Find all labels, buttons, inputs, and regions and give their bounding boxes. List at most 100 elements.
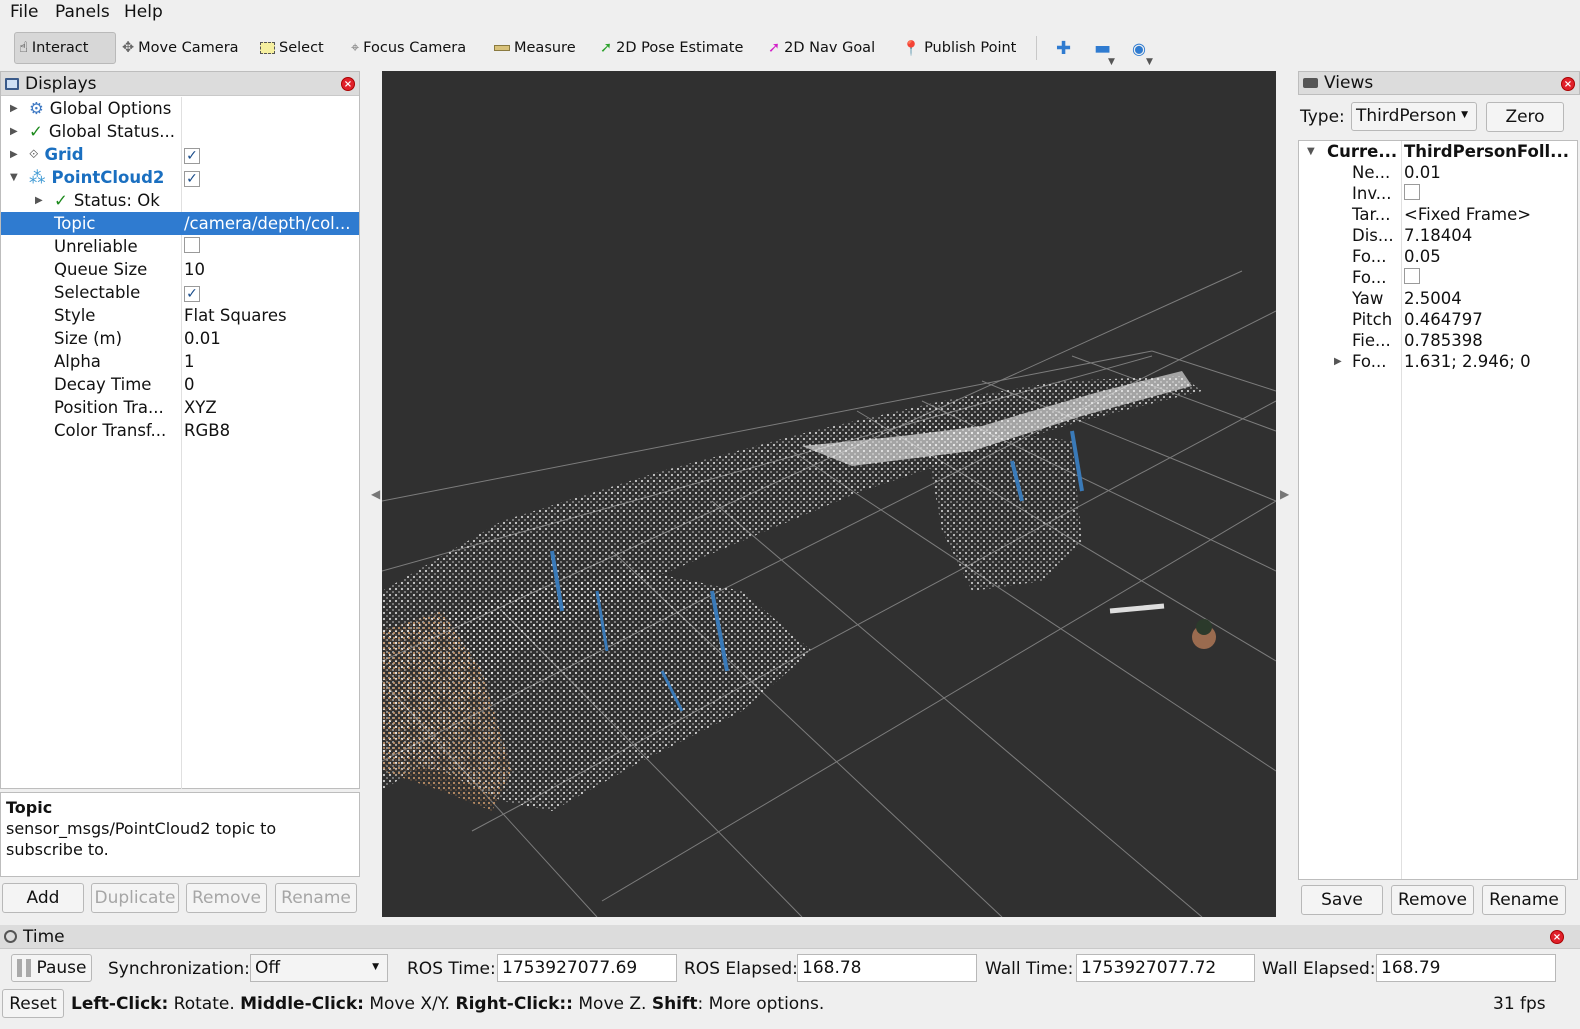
tree-row-size[interactable]: Size (m) 0.01 xyxy=(1,327,359,350)
save-view-button[interactable]: Save xyxy=(1301,885,1383,915)
expand-arrow-icon[interactable]: ▶ xyxy=(10,149,18,160)
view-prop-row[interactable]: Dis... 7.18404 xyxy=(1299,225,1577,246)
zero-button[interactable]: Zero xyxy=(1486,102,1564,132)
invert-z-checkbox[interactable] xyxy=(1404,183,1420,200)
view-prop-value[interactable]: 0.785398 xyxy=(1404,331,1574,350)
select-tool[interactable]: Select xyxy=(256,32,328,64)
tree-row-global-status[interactable]: ▶ ✓ Global Status... xyxy=(1,120,359,143)
view-prop-row[interactable]: Pitch 0.464797 xyxy=(1299,309,1577,330)
close-icon[interactable]: × xyxy=(341,77,355,91)
collapse-left-arrow-icon[interactable]: ◀ xyxy=(371,487,380,501)
rename-view-button[interactable]: Rename xyxy=(1482,885,1566,915)
tree-row-pointcloud2[interactable]: ▼ ⁂ PointCloud2 ✓ xyxy=(1,166,359,189)
color-transformer-value[interactable]: RGB8 xyxy=(184,421,356,440)
view-prop-row[interactable]: Tar... <Fixed Frame> xyxy=(1299,204,1577,225)
tree-row-style[interactable]: Style Flat Squares xyxy=(1,304,359,327)
collapse-arrow-icon[interactable]: ▼ xyxy=(10,172,18,183)
add-tool-icon[interactable]: ✚ xyxy=(1052,32,1075,64)
view-prop-row[interactable]: ▶ Fo... 1.631; 2.946; 0 xyxy=(1299,351,1577,372)
render-viewport[interactable] xyxy=(382,71,1276,917)
map-pin-icon: 📍 xyxy=(902,40,921,57)
view-type-label: Type: xyxy=(1300,107,1345,127)
tree-label: Global Status... xyxy=(48,122,176,141)
add-button[interactable]: Add xyxy=(2,883,84,913)
wall-time-field[interactable]: 1753927077.72 xyxy=(1076,954,1255,982)
tree-row-position-transformer[interactable]: Position Tra... XYZ xyxy=(1,396,359,419)
view-prop-value[interactable]: 7.18404 xyxy=(1404,226,1574,245)
focus-camera-label: Focus Camera xyxy=(363,40,467,56)
focal-shape-checkbox[interactable] xyxy=(1404,267,1420,284)
decay-time-value[interactable]: 0 xyxy=(184,375,356,394)
nav-goal-tool[interactable]: ➚ 2D Nav Goal xyxy=(764,32,879,64)
pointcloud-enabled-checkbox[interactable]: ✓ xyxy=(184,171,200,187)
view-prop-row[interactable]: Fo... 0.05 xyxy=(1299,246,1577,267)
pause-button[interactable]: Pause xyxy=(11,954,92,982)
style-value[interactable]: Flat Squares xyxy=(184,306,356,325)
duplicate-button[interactable]: Duplicate xyxy=(91,883,179,913)
tree-row-queue-size[interactable]: Queue Size 10 xyxy=(1,258,359,281)
tree-row-selectable[interactable]: Selectable ✓ xyxy=(1,281,359,304)
alpha-value[interactable]: 1 xyxy=(184,352,356,371)
position-transformer-value[interactable]: XYZ xyxy=(184,398,356,417)
reset-button[interactable]: Reset xyxy=(2,989,64,1018)
ros-time-field[interactable]: 1753927077.69 xyxy=(497,954,677,982)
expand-arrow-icon[interactable]: ▶ xyxy=(10,103,18,114)
menu-help[interactable]: Help xyxy=(124,2,163,22)
current-view-row[interactable]: ▼ Curre... ThirdPersonFoll... xyxy=(1299,141,1577,162)
queue-size-value[interactable]: 10 xyxy=(184,260,356,279)
view-prop-row[interactable]: Fo... xyxy=(1299,267,1577,288)
interact-tool[interactable]: ☝ Interact xyxy=(14,32,116,64)
menu-file[interactable]: File xyxy=(10,2,38,22)
tree-row-grid[interactable]: ▶ ⟐ Grid ✓ xyxy=(1,143,359,166)
status-hint: Left-Click: Rotate. Middle-Click: Move X… xyxy=(71,994,824,1014)
remove-view-button[interactable]: Remove xyxy=(1391,885,1474,915)
close-icon[interactable]: × xyxy=(1561,77,1575,91)
expand-arrow-icon[interactable]: ▶ xyxy=(35,195,43,206)
move-camera-icon: ✥ xyxy=(122,40,135,56)
menu-panels[interactable]: Panels xyxy=(55,2,110,22)
sync-select[interactable]: Off ▼ xyxy=(250,954,388,982)
collapse-right-arrow-icon[interactable]: ▶ xyxy=(1280,487,1289,501)
collapse-arrow-icon[interactable]: ▼ xyxy=(1307,146,1315,157)
rename-display-button[interactable]: Rename xyxy=(275,883,357,913)
close-icon[interactable]: × xyxy=(1550,930,1564,944)
view-prop-value[interactable]: 1.631; 2.946; 0 xyxy=(1404,352,1574,371)
measure-tool[interactable]: Measure xyxy=(490,32,580,64)
view-prop-value[interactable]: <Fixed Frame> xyxy=(1404,205,1574,224)
tree-label: PointCloud2 xyxy=(51,168,165,187)
wall-elapsed-field[interactable]: 168.79 xyxy=(1376,954,1556,982)
view-prop-value[interactable]: 0.05 xyxy=(1404,247,1574,266)
view-prop-row[interactable]: Ne... 0.01 xyxy=(1299,162,1577,183)
ros-elapsed-field[interactable]: 168.78 xyxy=(797,954,977,982)
view-prop-row[interactable]: Fie... 0.785398 xyxy=(1299,330,1577,351)
tree-row-global-options[interactable]: ▶ ⚙ Global Options xyxy=(1,97,359,120)
pose-estimate-tool[interactable]: ➚ 2D Pose Estimate xyxy=(596,32,747,64)
tree-row-unreliable[interactable]: Unreliable xyxy=(1,235,359,258)
monitor-icon xyxy=(5,77,19,90)
tree-row-topic[interactable]: Topic /camera/depth/col... xyxy=(1,212,359,235)
view-prop-row[interactable]: Yaw 2.5004 xyxy=(1299,288,1577,309)
tree-row-alpha[interactable]: Alpha 1 xyxy=(1,350,359,373)
view-prop-row[interactable]: Inv... xyxy=(1299,183,1577,204)
publish-point-tool[interactable]: 📍 Publish Point xyxy=(898,32,1020,64)
topic-value[interactable]: /camera/depth/col... xyxy=(184,214,356,233)
measure-label: Measure xyxy=(514,40,576,56)
size-value[interactable]: 0.01 xyxy=(184,329,356,348)
tree-row-color-transformer[interactable]: Color Transf... RGB8 xyxy=(1,419,359,442)
view-prop-value[interactable]: 0.464797 xyxy=(1404,310,1574,329)
view-prop-value[interactable]: 2.5004 xyxy=(1404,289,1574,308)
tree-row-status-ok[interactable]: ▶ ✓ Status: Ok xyxy=(1,189,359,212)
focus-camera-tool[interactable]: ⌖ Focus Camera xyxy=(347,32,470,64)
view-type-select[interactable]: ThirdPerson ▼ xyxy=(1351,102,1477,131)
remove-display-button[interactable]: Remove xyxy=(186,883,267,913)
move-camera-tool[interactable]: ✥ Move Camera xyxy=(118,32,243,64)
publish-point-label: Publish Point xyxy=(924,40,1017,56)
pause-label: Pause xyxy=(36,958,87,978)
selectable-checkbox[interactable]: ✓ xyxy=(184,286,200,302)
unreliable-checkbox[interactable] xyxy=(184,236,200,253)
expand-arrow-icon[interactable]: ▶ xyxy=(1334,356,1342,367)
expand-arrow-icon[interactable]: ▶ xyxy=(10,126,18,137)
grid-enabled-checkbox[interactable]: ✓ xyxy=(184,148,200,164)
view-prop-value[interactable]: 0.01 xyxy=(1404,163,1574,182)
tree-row-decay-time[interactable]: Decay Time 0 xyxy=(1,373,359,396)
